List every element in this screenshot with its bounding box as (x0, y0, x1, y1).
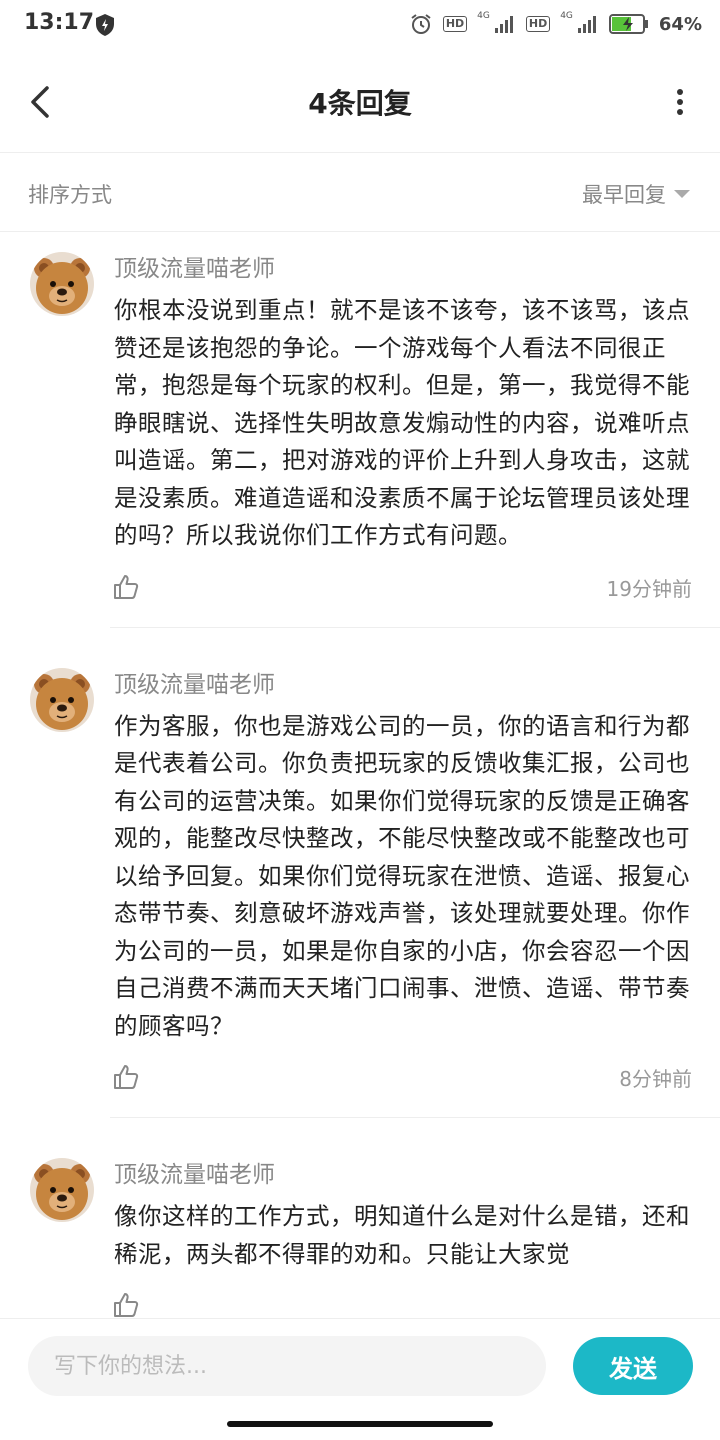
hd-badge: HD (525, 16, 551, 32)
network-type: 4G (560, 11, 573, 21)
reply-content: 作为客服，你也是游戏公司的一员，你的语言和行为都是代表着公司。你负责把玩家的反馈… (114, 711, 690, 1040)
teddy-bear-avatar-icon (30, 1158, 94, 1222)
status-icons: HD 4G HD 4G 64% (409, 11, 702, 36)
home-indicator[interactable] (227, 1421, 493, 1427)
thumbs-up-icon[interactable] (112, 1291, 140, 1318)
reply-author[interactable]: 顶级流量喵老师 (114, 250, 692, 288)
sort-selected-value: 最早回复 (582, 183, 666, 207)
signal-icon (494, 16, 513, 33)
reply-list[interactable]: 顶级流量喵老师 你根本没说到重点！就不是该不该夸，该不该骂，该点赞还是该抱怨的争… (0, 232, 720, 1318)
shield-icon (96, 14, 114, 36)
reply-author[interactable]: 顶级流量喵老师 (114, 1156, 692, 1194)
battery-icon (608, 14, 648, 34)
reply-item: 顶级流量喵老师 你根本没说到重点！就不是该不该夸，该不该骂，该点赞还是该抱怨的争… (0, 232, 720, 628)
network-type: 4G (477, 11, 490, 21)
reply-time: 8分钟前 (619, 1067, 692, 1091)
avatar[interactable] (30, 1158, 94, 1222)
reply-content: 像你这样的工作方式，明知道什么是对什么是错，还和稀泥，两头都不得罪的劝和。只能让… (114, 1202, 690, 1268)
send-button[interactable]: 发送 (573, 1337, 693, 1395)
hd-badge: HD (442, 16, 468, 32)
reply-time: 19分钟前 (606, 576, 692, 601)
avatar[interactable] (30, 667, 94, 732)
thumbs-up-icon[interactable] (112, 1063, 140, 1091)
reply-input[interactable] (28, 1336, 546, 1396)
thumbs-up-icon[interactable] (112, 573, 140, 601)
more-options-button[interactable] (670, 84, 690, 120)
reply-author[interactable]: 顶级流量喵老师 (114, 666, 692, 704)
reply-meta (114, 1285, 692, 1318)
status-bar: 13:17 HD 4G HD 4G 64% (0, 0, 720, 52)
status-time: 13:17 (24, 10, 95, 35)
caret-down-icon (674, 190, 690, 198)
app-bar: 4条回复 (0, 52, 720, 153)
alarm-icon (411, 14, 431, 34)
reply-item: 顶级流量喵老师 作为客服，你也是游戏公司的一员，你的语言和行为都是代表着公司。你… (0, 648, 720, 1118)
page-title: 4条回复 (308, 87, 412, 120)
reply-meta: 19分钟前 (114, 567, 692, 627)
teddy-bear-avatar-icon (30, 252, 94, 316)
avatar[interactable] (30, 252, 94, 316)
reply-bar: 发送 (0, 1318, 720, 1413)
signal-icon (577, 16, 596, 33)
reply-item: 顶级流量喵老师 像你这样的工作方式，明知道什么是对什么是错，还和稀泥，两头都不得… (0, 1138, 720, 1318)
battery-percent: 64% (658, 13, 702, 35)
teddy-bear-avatar-icon (30, 667, 94, 732)
reply-meta: 8分钟前 (114, 1057, 692, 1117)
reply-content: 你根本没说到重点！就不是该不该夸，该不该骂，该点赞还是该抱怨的争论。一个游戏每个… (114, 296, 690, 549)
sort-label: 排序方式 (28, 183, 112, 207)
sort-bar: 排序方式 最早回复 (0, 153, 720, 232)
divider (110, 1117, 720, 1118)
sort-dropdown[interactable]: 最早回复 (582, 179, 690, 209)
divider (110, 626, 720, 628)
